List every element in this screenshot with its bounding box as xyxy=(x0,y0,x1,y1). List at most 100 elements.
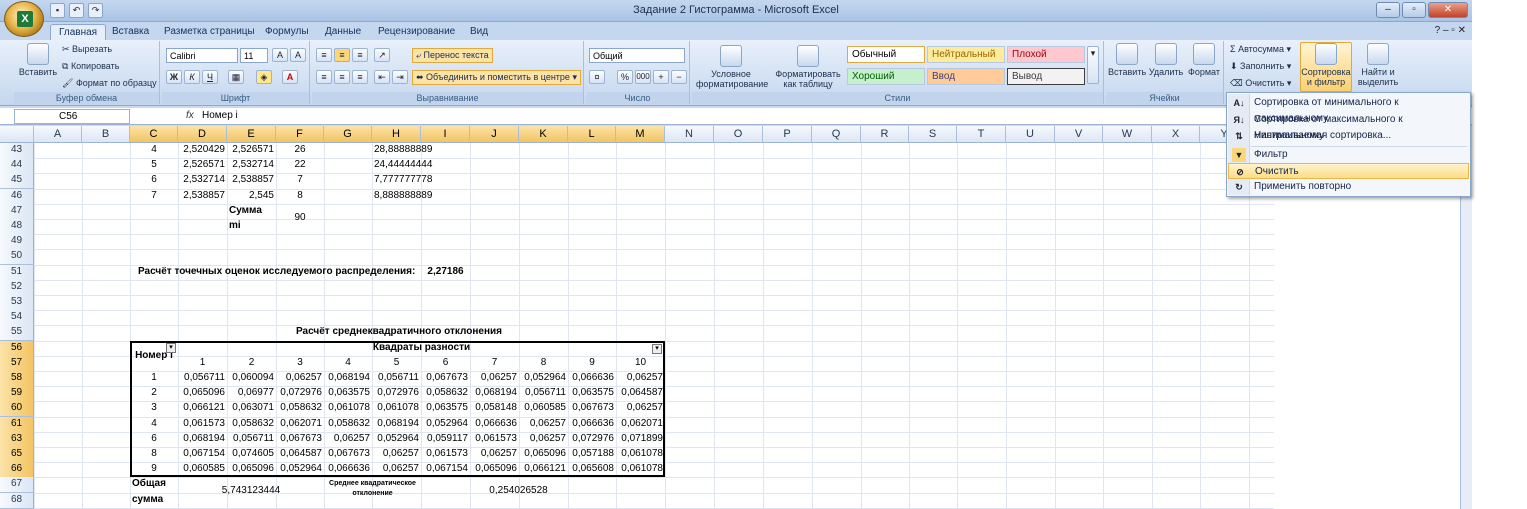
shrink-font-icon[interactable]: A xyxy=(290,48,306,62)
tab-data[interactable]: Данные xyxy=(317,24,369,40)
tab-view[interactable]: Вид xyxy=(462,24,496,40)
menu-item-reapply[interactable]: ↻ Применить повторно xyxy=(1228,179,1469,195)
row-header-60[interactable]: 60 xyxy=(0,401,34,417)
style-bad[interactable]: Плохой xyxy=(1007,46,1085,63)
row-header-51[interactable]: 51 xyxy=(0,265,34,281)
row-header-44[interactable]: 44 xyxy=(0,158,34,174)
orientation-icon[interactable]: ↗ xyxy=(374,48,390,62)
menu-item-sort-asc[interactable]: A↓ Сортировка от минимального к максималь… xyxy=(1228,95,1469,124)
align-left-icon[interactable]: ≡ xyxy=(316,70,332,84)
column-header-x[interactable]: X xyxy=(1152,126,1200,143)
format-as-table-button[interactable]: Форматировать как таблицу xyxy=(772,45,844,89)
column-header-i[interactable]: I xyxy=(421,126,470,143)
paste-button[interactable]: Вставить xyxy=(16,43,60,77)
row-header-61[interactable]: 61 xyxy=(0,417,34,433)
row-header-48[interactable]: 48 xyxy=(0,219,34,235)
column-header-p[interactable]: P xyxy=(763,126,812,143)
styles-more-icon[interactable]: ▾ xyxy=(1087,46,1099,84)
delete-cells-button[interactable]: Удалить xyxy=(1148,43,1184,77)
column-header-n[interactable]: N xyxy=(665,126,714,143)
office-button[interactable]: X xyxy=(4,1,44,37)
column-header-c[interactable]: C xyxy=(130,126,178,143)
column-header-d[interactable]: D xyxy=(178,126,227,143)
decrease-indent-icon[interactable]: ⇤ xyxy=(374,70,390,84)
style-input[interactable]: Ввод xyxy=(927,68,1005,85)
row-header-68[interactable]: 68 xyxy=(0,493,34,509)
style-good[interactable]: Хороший xyxy=(847,68,925,85)
tab-review[interactable]: Рецензирование xyxy=(370,24,463,40)
row-header-66[interactable]: 66 xyxy=(0,462,34,478)
row-header-54[interactable]: 54 xyxy=(0,310,34,326)
menu-item-custom-sort[interactable]: ⇅ Настраиваемая сортировка... xyxy=(1228,128,1469,144)
decrease-decimal-icon[interactable]: − xyxy=(671,70,687,84)
row-header-53[interactable]: 53 xyxy=(0,295,34,311)
increase-decimal-icon[interactable]: + xyxy=(653,70,669,84)
column-header-a[interactable]: A xyxy=(34,126,82,143)
sort-filter-button[interactable]: Сортировка и фильтр xyxy=(1300,42,1352,92)
row-header-65[interactable]: 65 xyxy=(0,447,34,463)
row-header-57[interactable]: 57 xyxy=(0,356,34,372)
align-center-icon[interactable]: ≡ xyxy=(334,70,350,84)
row-header-59[interactable]: 59 xyxy=(0,386,34,402)
menu-item-filter[interactable]: ▼ Фильтр xyxy=(1228,147,1469,163)
row-header-67[interactable]: 67 xyxy=(0,477,34,493)
filter-dropdown-icon[interactable]: ▾ xyxy=(166,343,176,353)
fx-icon[interactable]: fx xyxy=(186,110,194,121)
fill-button[interactable]: ⬇ Заполнить ▾ xyxy=(1230,61,1291,72)
column-header-o[interactable]: O xyxy=(714,126,763,143)
find-select-button[interactable]: Найти и выделить xyxy=(1354,43,1402,87)
column-header-j[interactable]: J xyxy=(470,126,519,143)
column-header-e[interactable]: E xyxy=(227,126,276,143)
row-header-58[interactable]: 58 xyxy=(0,371,34,387)
bold-button[interactable]: Ж xyxy=(166,70,182,84)
row-header-46[interactable]: 46 xyxy=(0,189,34,205)
fill-color-icon[interactable]: ◈ xyxy=(256,70,272,84)
row-header-63[interactable]: 63 xyxy=(0,432,34,448)
currency-icon[interactable]: ¤ xyxy=(589,70,605,84)
format-painter-button[interactable]: 🖌 Формат по образцу xyxy=(62,78,157,89)
row-header-49[interactable]: 49 xyxy=(0,234,34,250)
style-normal[interactable]: Обычный xyxy=(847,46,925,63)
row-header-45[interactable]: 45 xyxy=(0,173,34,189)
column-header-s[interactable]: S xyxy=(909,126,957,143)
minimize-icon[interactable]: – xyxy=(1376,2,1400,18)
column-header-k[interactable]: K xyxy=(519,126,568,143)
column-header-m[interactable]: M xyxy=(616,126,665,143)
row-header-55[interactable]: 55 xyxy=(0,325,34,341)
select-all-corner[interactable] xyxy=(0,126,34,143)
column-header-q[interactable]: Q xyxy=(812,126,861,143)
tab-insert[interactable]: Вставка xyxy=(104,24,157,40)
font-size-select[interactable]: 11 xyxy=(240,48,268,63)
wrap-text-button[interactable]: ⤶ Перенос текста xyxy=(412,48,493,63)
row-header-52[interactable]: 52 xyxy=(0,280,34,296)
cut-button[interactable]: ✂ Вырезать xyxy=(62,44,112,55)
format-cells-button[interactable]: Формат xyxy=(1186,43,1222,77)
column-header-b[interactable]: B xyxy=(82,126,130,143)
increase-indent-icon[interactable]: ⇥ xyxy=(392,70,408,84)
column-header-t[interactable]: T xyxy=(957,126,1006,143)
column-header-v[interactable]: V xyxy=(1055,126,1103,143)
align-top-icon[interactable]: ≡ xyxy=(316,48,332,62)
column-header-g[interactable]: G xyxy=(324,126,372,143)
copy-button[interactable]: ⧉ Копировать xyxy=(62,61,119,72)
close-icon[interactable]: ✕ xyxy=(1428,2,1468,18)
borders-icon[interactable]: ▦ xyxy=(228,70,244,84)
font-name-select[interactable]: Calibri xyxy=(166,48,238,63)
style-output[interactable]: Вывод xyxy=(1007,68,1085,85)
menu-item-clear[interactable]: ⊘ Очистить xyxy=(1228,163,1469,179)
column-header-r[interactable]: R xyxy=(861,126,909,143)
filter-dropdown-icon[interactable]: ▾ xyxy=(652,344,662,354)
formula-input[interactable]: Номер i xyxy=(202,109,238,123)
font-color-icon[interactable]: A xyxy=(282,70,298,84)
row-header-50[interactable]: 50 xyxy=(0,249,34,265)
menu-item-sort-desc[interactable]: Я↓ Сортировка от максимального к минималь… xyxy=(1228,112,1469,141)
tab-formulas[interactable]: Формулы xyxy=(257,24,317,40)
clear-button[interactable]: ⌫ Очистить ▾ xyxy=(1230,78,1291,89)
align-bottom-icon[interactable]: ≡ xyxy=(352,48,368,62)
tab-page-layout[interactable]: Разметка страницы xyxy=(156,24,263,40)
name-box[interactable]: C56 xyxy=(14,109,130,124)
align-middle-icon[interactable]: ≡ xyxy=(334,48,350,62)
column-header-f[interactable]: F xyxy=(276,126,324,143)
thousands-button[interactable]: 000 xyxy=(635,70,651,84)
merge-center-button[interactable]: ⬌ Объединить и поместить в центре ▾ xyxy=(412,70,581,85)
